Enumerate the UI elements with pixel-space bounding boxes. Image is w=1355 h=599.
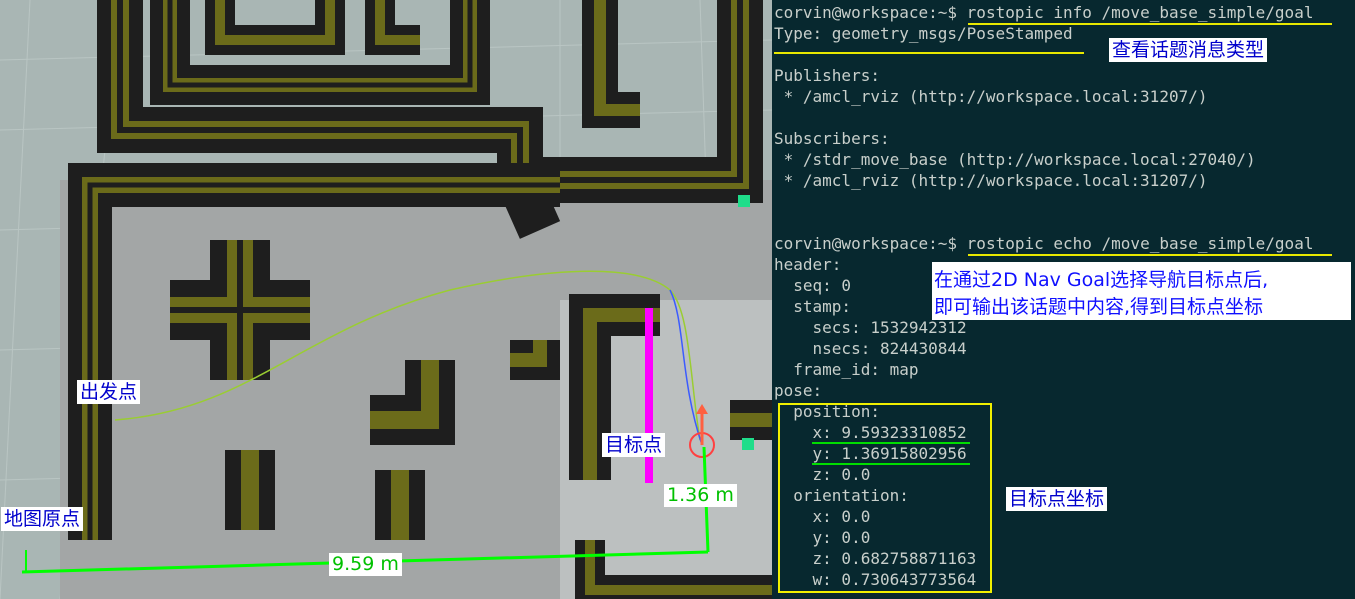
robot-marker-top (738, 195, 750, 207)
terminal-line: pose: (774, 381, 823, 400)
terminal-line: * /stdr_move_base (http://workspace.loca… (774, 150, 1256, 169)
terminal-line: Subscribers: (774, 129, 890, 148)
start-point-label: 出发点 (77, 380, 141, 404)
terminal-line-cmd1: corvin@workspace:~$ rostopic info /move_… (774, 2, 1313, 23)
prompt: corvin@workspace:~$ (774, 3, 958, 22)
x-distance-label: 9.59 m (329, 553, 402, 576)
terminal-line: frame_id: map (774, 360, 919, 379)
map-canvas[interactable] (0, 0, 772, 599)
cmd2-underline (968, 254, 1332, 256)
terminal-line: Type: geometry_msgs/PoseStamped (774, 24, 1073, 43)
command-info: rostopic info /move_base_simple/goal (966, 3, 1314, 22)
terminal-line: Publishers: (774, 66, 880, 85)
terminal-line: seq: 0 (774, 276, 852, 295)
terminal-line: stamp: (774, 297, 852, 316)
terminal-line-cmd2: corvin@workspace:~$ rostopic echo /move_… (774, 233, 1313, 254)
echo-annotation-line2: 即可输出该话题中内容,得到目标点坐标 (934, 296, 1264, 318)
prompt: corvin@workspace:~$ (774, 234, 958, 253)
map-origin-label: 地图原点 (1, 507, 84, 531)
coord-annotation: 目标点坐标 (1006, 487, 1108, 511)
goal-point-label: 目标点 (602, 433, 666, 457)
type-underline (774, 52, 1084, 54)
y-distance-label: 1.36 m (664, 484, 737, 507)
terminal-line: header: (774, 255, 842, 274)
robot-marker-right (742, 438, 754, 450)
echo-annotation-box: 在通过2D Nav Goal选择导航目标点后, 即可输出该话题中内容,得到目标点… (932, 262, 1351, 320)
echo-annotation-line1: 在通过2D Nav Goal选择导航目标点后, (934, 269, 1269, 291)
terminal-line: * /amcl_rviz (http://workspace.local:312… (774, 171, 1208, 190)
terminal-line: nsecs: 824430844 (774, 339, 967, 358)
rviz-map-view[interactable]: 出发点 目标点 地图原点 1.36 m 9.59 m (0, 0, 772, 599)
type-annotation: 查看话题消息类型 (1109, 38, 1268, 62)
terminal-line: secs: 1532942312 (774, 318, 967, 337)
terminal-line: * /amcl_rviz (http://workspace.local:312… (774, 87, 1208, 106)
pose-highlight-box (778, 403, 992, 593)
terminal-window[interactable]: corvin@workspace:~$ rostopic info /move_… (772, 0, 1355, 599)
command-echo: rostopic echo /move_base_simple/goal (966, 234, 1314, 253)
